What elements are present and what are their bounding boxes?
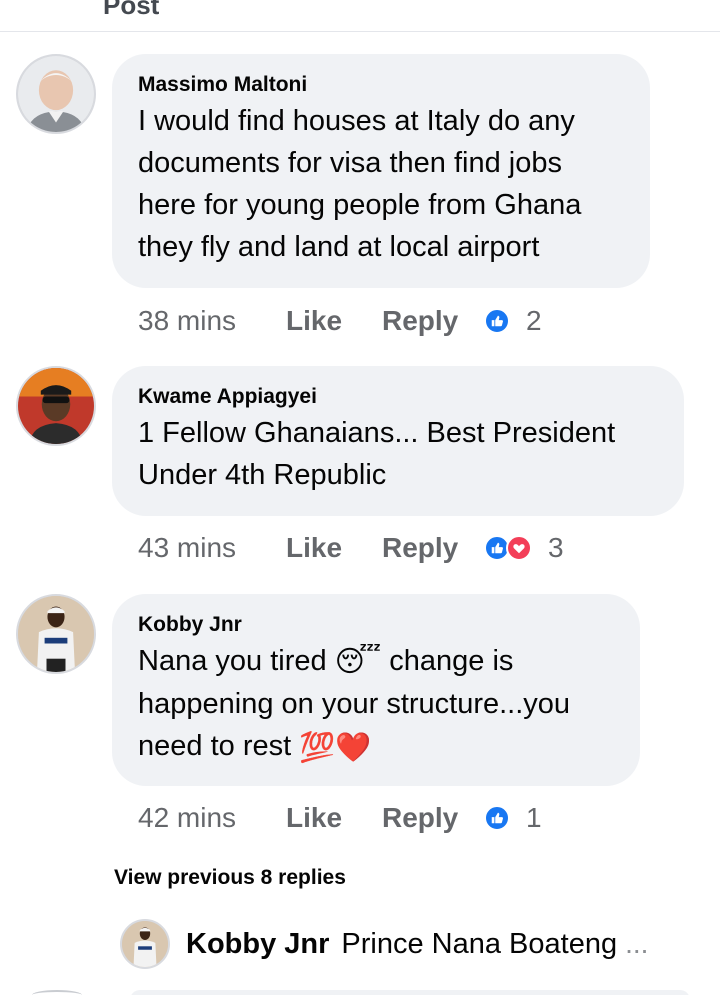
- post-header: Post: [0, 0, 720, 32]
- like-button[interactable]: Like: [286, 532, 382, 564]
- reply-button[interactable]: Reply: [382, 305, 484, 337]
- reaction-count: 3: [548, 532, 564, 563]
- comment-time[interactable]: 42 mins: [138, 802, 286, 834]
- reply-preview[interactable]: Kobby Jnr Prince Nana Boateng ...: [120, 918, 648, 970]
- avatar: [32, 990, 82, 995]
- reply-button[interactable]: Reply: [382, 532, 484, 564]
- reply-author[interactable]: Kobby Jnr: [186, 928, 329, 961]
- next-comment-edge: [0, 990, 720, 995]
- avatar-image-icon: [18, 56, 94, 132]
- page-title: Post: [103, 0, 160, 20]
- reaction-count: 1: [526, 802, 542, 833]
- like-button[interactable]: Like: [286, 802, 382, 834]
- avatar[interactable]: [16, 594, 96, 674]
- thumbs-up-reaction-icon: [484, 805, 510, 831]
- comment-bubble: Massimo Maltoni I would find houses at I…: [112, 54, 650, 288]
- comment-time[interactable]: 38 mins: [138, 305, 286, 337]
- red-heart-emoji: ❤️: [335, 731, 372, 764]
- comment-bubble: Kobby Jnr Nana you tired 😴 change is hap…: [112, 594, 640, 786]
- reply-text: Prince Nana Boateng: [341, 927, 618, 960]
- thumbs-up-reaction-icon: [484, 308, 510, 334]
- like-button[interactable]: Like: [286, 305, 382, 337]
- reaction-summary[interactable]: 1: [484, 802, 542, 834]
- comment-text: 1 Fellow Ghanaians... Best President Und…: [138, 417, 616, 491]
- comment-bubble: Kwame Appiagyei 1 Fellow Ghanaians... Be…: [112, 366, 684, 516]
- reaction-count: 2: [526, 305, 542, 336]
- comment-text: Nana you tired 😴 change is happening on …: [138, 640, 614, 769]
- comment-actions: 43 mins Like Reply 3: [138, 530, 564, 566]
- sleeping-face-emoji: 😴: [334, 646, 382, 679]
- view-previous-replies-link[interactable]: View previous 8 replies: [114, 866, 346, 890]
- reaction-summary[interactable]: 2: [484, 305, 542, 337]
- avatar[interactable]: [16, 54, 96, 134]
- comment-author[interactable]: Kwame Appiagyei: [138, 384, 658, 410]
- comment-actions: 42 mins Like Reply 1: [138, 800, 542, 836]
- comment-text-part: Nana you tired: [138, 645, 327, 677]
- avatar[interactable]: [120, 919, 170, 969]
- more-text-indicator: ...: [625, 928, 649, 959]
- comment-text: I would find houses at Italy do any docu…: [138, 105, 582, 263]
- avatar-image-icon: [18, 596, 94, 672]
- heart-reaction-icon: [506, 535, 532, 561]
- reaction-summary[interactable]: 3: [484, 532, 564, 564]
- avatar-image-icon: [18, 368, 94, 444]
- comment-actions: 38 mins Like Reply 2: [138, 303, 542, 339]
- comment-bubble: [130, 990, 690, 995]
- avatar-image-icon: [122, 921, 168, 967]
- reply-button[interactable]: Reply: [382, 802, 484, 834]
- comment-author[interactable]: Massimo Maltoni: [138, 72, 624, 98]
- comment-time[interactable]: 43 mins: [138, 532, 286, 564]
- comment-author[interactable]: Kobby Jnr: [138, 612, 614, 638]
- avatar[interactable]: [16, 366, 96, 446]
- hundred-points-emoji: 💯: [299, 731, 336, 764]
